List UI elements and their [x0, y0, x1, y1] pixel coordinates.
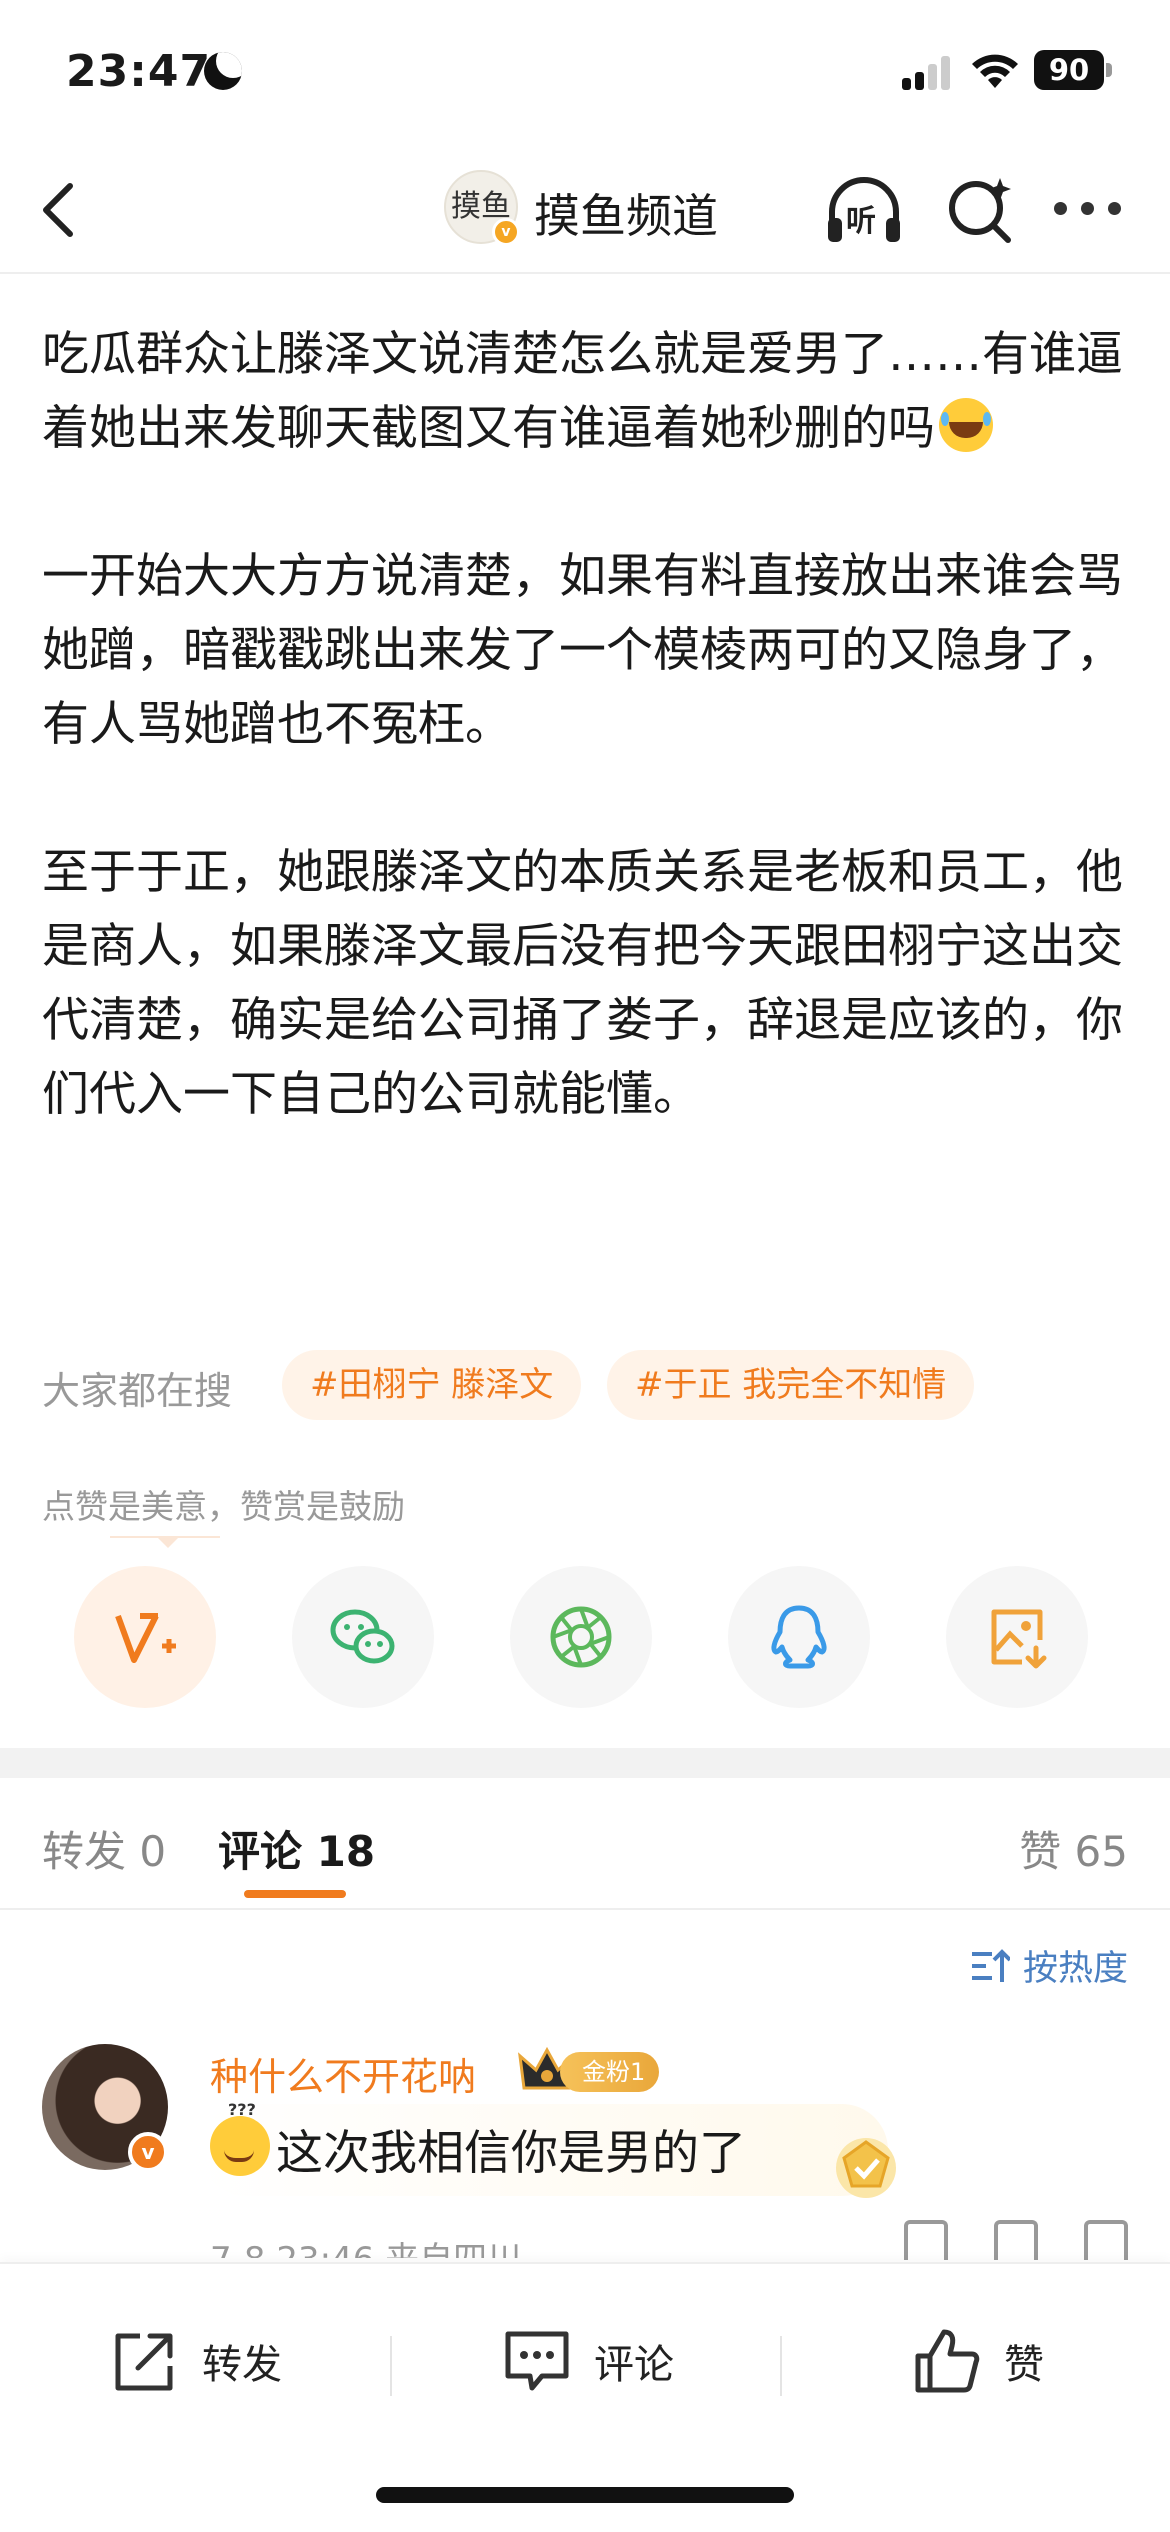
channel-title[interactable]: 摸鱼频道 — [534, 180, 718, 246]
repost-button[interactable]: 转发 — [110, 2326, 282, 2396]
verified-badge-icon: v — [128, 2132, 168, 2172]
tab-comments[interactable]: 评论 18 — [218, 1818, 375, 1879]
battery-level: 90 — [1034, 50, 1104, 90]
repost-label: 转发 — [202, 2342, 282, 2388]
hashtag-chip[interactable]: #田栩宁 滕泽文 — [282, 1350, 582, 1420]
status-bar: 23:47 90 — [0, 0, 1170, 150]
comment-item: v 种什么不开花呐 金粉1 这次我相信你是男的了 7-8 23:46 来自四川 — [0, 2040, 1170, 2260]
post-paragraph: 至于于正，她跟滕泽文的本质关系是老板和员工，他是商人，如果滕泽文最后没有把今天跟… — [42, 845, 1123, 1122]
more-options-icon[interactable] — [1052, 200, 1124, 220]
tab-likes[interactable]: 赞 65 — [1019, 1818, 1128, 1879]
moon-icon — [204, 52, 242, 90]
save-image-icon — [991, 1609, 1047, 1669]
sort-toggle[interactable]: 按热度 — [970, 1940, 1128, 1990]
like-icon[interactable] — [1084, 2220, 1128, 2260]
like-label: 赞 — [1004, 2342, 1044, 2388]
comment-username[interactable]: 种什么不开花呐 — [210, 2046, 476, 2101]
comment-button[interactable]: 评论 — [502, 2326, 674, 2396]
comment-text: 这次我相信你是男的了 — [276, 2126, 746, 2181]
sort-icon — [971, 1949, 1010, 1982]
comment-meta: 7-8 23:46 来自四川 — [210, 2232, 521, 2258]
listen-label: 听 — [846, 204, 876, 239]
reply-icon[interactable] — [994, 2220, 1038, 2260]
divider — [780, 2336, 782, 2396]
status-time: 23:47 — [66, 46, 212, 97]
sort-label: 按热度 — [1022, 1949, 1128, 1989]
divider — [390, 2336, 392, 2396]
home-indicator — [376, 2487, 794, 2503]
comment-actions — [858, 2220, 1128, 2260]
section-divider — [0, 1748, 1170, 1778]
moments-icon — [550, 1606, 612, 1668]
share-icon[interactable] — [904, 2220, 948, 2260]
like-button[interactable]: 赞 — [912, 2326, 1044, 2396]
post-body: 吃瓜群众让滕泽文说清楚怎么就是爱男了……有谁逼着她出来发聊天截图又有谁逼着她秒删… — [42, 318, 1132, 1132]
wechat-icon — [330, 1609, 395, 1664]
trending-label: 大家都在搜 — [42, 1369, 233, 1413]
share-moments-button[interactable] — [510, 1566, 652, 1708]
comment-label: 评论 — [594, 2342, 674, 2388]
wifi-icon — [972, 54, 1018, 88]
laugh-cry-emoji-icon — [939, 398, 993, 452]
hashtag-chip[interactable]: #于正 我完全不知情 — [607, 1350, 975, 1420]
active-tab-indicator — [244, 1890, 346, 1898]
battery-icon: 90 — [1034, 50, 1112, 90]
reward-hint: 点赞是美意，赞赏是鼓励 — [42, 1487, 405, 1526]
qq-icon — [771, 1605, 827, 1669]
verified-badge-icon: v — [492, 218, 520, 246]
interaction-tabs: 转发 0 评论 18 赞 65 — [0, 1778, 1170, 1910]
post-paragraph: 一开始大大方方说清楚，如果有料直接放出来谁会骂她蹭，暗戳戳跳出来发了一个模棱两可… — [42, 549, 1123, 752]
post-paragraph: 吃瓜群众让滕泽文说清楚怎么就是爱男了……有谁逼着她出来发聊天截图又有谁逼着她秒删… — [42, 327, 1123, 456]
thumbs-up-icon — [915, 2329, 980, 2393]
share-qq-button[interactable] — [728, 1566, 870, 1708]
nav-bar: 摸鱼 v 摸鱼频道 听 — [0, 150, 1170, 274]
back-arrow-icon[interactable] — [32, 178, 92, 242]
repost-icon — [115, 2333, 173, 2391]
tab-reposts[interactable]: 转发 0 — [42, 1818, 166, 1879]
reward-button[interactable] — [74, 1566, 216, 1708]
trending-searches: 大家都在搜 #田栩宁 滕泽文 #于正 我完全不知情 — [42, 1350, 1142, 1420]
search-icon[interactable] — [942, 172, 1018, 248]
reward-hint-pointer — [110, 1536, 220, 1548]
thinking-emoji-icon — [210, 2100, 270, 2176]
comment-icon — [505, 2331, 569, 2391]
v-plus-icon — [115, 1613, 176, 1663]
fan-level-badge: 金粉1 — [560, 2052, 660, 2092]
share-wechat-button[interactable] — [292, 1566, 434, 1708]
save-image-button[interactable] — [946, 1566, 1088, 1708]
medal-icon — [836, 2138, 896, 2198]
cellular-signal-icon — [902, 54, 954, 90]
